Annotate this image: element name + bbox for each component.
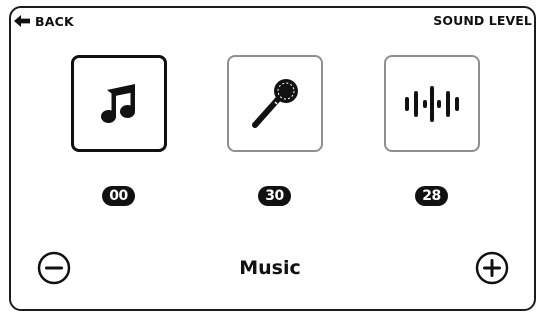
- microphone-level-badge: 30: [258, 186, 291, 206]
- microphone-icon: [252, 78, 298, 128]
- decrease-level-button[interactable]: [37, 251, 71, 285]
- music-note-icon: [101, 83, 135, 123]
- minus-circle-icon: [37, 251, 71, 285]
- screen-title: SOUND LEVEL: [433, 13, 532, 28]
- microphone-source-tile[interactable]: [227, 55, 323, 152]
- sound-wave-level-badge: 28: [415, 186, 448, 206]
- sound-wave-icon: [405, 85, 459, 122]
- back-arrow-icon: [14, 15, 30, 27]
- sound-wave-source-tile[interactable]: [384, 55, 480, 152]
- music-source-tile[interactable]: [71, 55, 167, 152]
- increase-level-button[interactable]: [475, 251, 509, 285]
- back-button[interactable]: BACK: [14, 12, 74, 30]
- back-label: BACK: [35, 13, 74, 29]
- selected-source-name: Music: [239, 257, 301, 279]
- music-level-badge: 00: [102, 186, 135, 206]
- plus-circle-icon: [475, 251, 509, 285]
